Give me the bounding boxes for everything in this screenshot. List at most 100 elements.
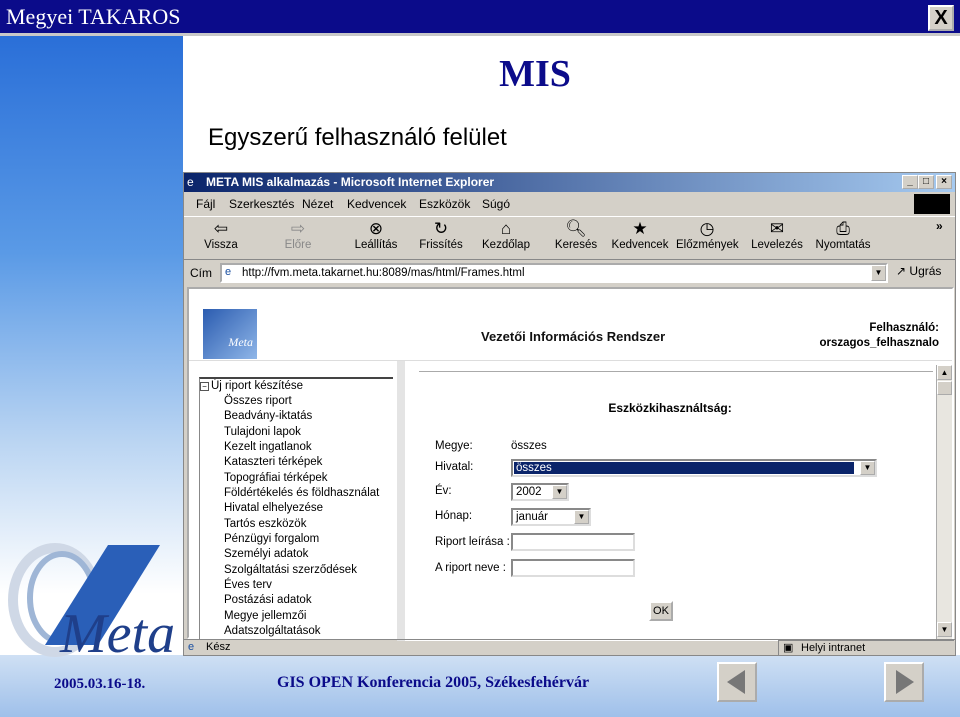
tree-item-topografiai-terkepek[interactable]: Topográfiai térképek	[224, 472, 328, 484]
zone-panel: ▣ Helyi intranet	[778, 640, 954, 656]
tree-item-tulajdoni-lapok[interactable]: Tulajdoni lapok	[224, 426, 301, 438]
scroll-up-icon[interactable]: ▲	[937, 365, 952, 380]
stop-icon: ⊗	[368, 219, 384, 238]
browser-window: e META MIS alkalmazás - Microsoft Intern…	[183, 172, 956, 656]
tree-item-postazasi-adatok[interactable]: Postázási adatok	[224, 594, 312, 606]
app-header: Meta Vezetői Információs Rendszer Felhas…	[189, 289, 952, 361]
intranet-icon: ▣	[783, 642, 794, 654]
favorites-button[interactable]: ★ Kedvencek	[610, 219, 670, 259]
address-label: Cím	[190, 266, 212, 280]
user-name: orszagos_felhasznalo	[819, 337, 939, 349]
browser-titlebar: e META MIS alkalmazás - Microsoft Intern…	[184, 173, 955, 192]
stop-button[interactable]: ⊗ Leállítás	[352, 219, 400, 259]
menu-file[interactable]: Fájl	[196, 197, 215, 211]
forward-arrow-icon: ⇨	[290, 219, 306, 238]
address-dropdown-button[interactable]: ▼	[871, 265, 886, 281]
slide-title: Megyei TAKAROS	[6, 4, 181, 29]
megye-label: Megye:	[435, 440, 473, 452]
app-title: Vezetői Információs Rendszer	[481, 329, 666, 344]
user-label: Felhasználó:	[869, 322, 939, 334]
ev-label: Év:	[435, 485, 452, 497]
address-input[interactable]: e http://fvm.meta.takarnet.hu:8089/mas/h…	[220, 263, 888, 283]
search-button[interactable]: 🔍︎ Keresés	[554, 219, 598, 259]
home-button[interactable]: ⌂ Kezdőlap	[480, 219, 532, 259]
go-arrow-icon: ↗	[896, 264, 907, 278]
tree-item-foldertekeles[interactable]: Földértékelés és földhasználat	[224, 487, 379, 499]
report-tree: − Új riport készítése Összes riport Beadv…	[199, 377, 393, 639]
status-text: Kész	[206, 641, 231, 653]
tree-item-beadvany-iktatas[interactable]: Beadvány-iktatás	[224, 410, 312, 422]
menu-view[interactable]: Nézet	[302, 197, 333, 211]
chevron-down-icon[interactable]: ▼	[860, 461, 875, 475]
go-button[interactable]: ↗ Ugrás	[896, 264, 941, 278]
footer-conference: GIS OPEN Konferencia 2005, Székesfehérvá…	[277, 674, 590, 691]
scroll-down-icon[interactable]: ▼	[937, 622, 952, 637]
menu-edit[interactable]: Szerkesztés	[229, 197, 294, 211]
hivatal-label: Hivatal:	[435, 461, 474, 473]
collapse-icon[interactable]: −	[200, 382, 209, 391]
favorites-icon: ★	[632, 219, 648, 238]
scroll-thumb[interactable]	[937, 381, 952, 395]
forward-button[interactable]: ⇨ Előre	[278, 219, 318, 259]
footer-date: 2005.03.16-18.	[54, 676, 146, 692]
user-info: Felhasználó: orszagos_felhasznalo	[785, 321, 939, 351]
ev-select[interactable]: 2002 ▼	[511, 483, 569, 501]
report-form: Eszközkihasználtság: Megye: összes Hivat…	[405, 361, 935, 641]
toolbar-overflow-icon[interactable]: »	[936, 219, 943, 233]
page-content: Meta Vezetői Információs Rendszer Felhas…	[187, 287, 954, 641]
back-button[interactable]: ⇦ Vissza	[198, 219, 244, 259]
next-slide-button[interactable]	[884, 662, 924, 702]
search-icon: 🔍︎	[565, 219, 587, 238]
windows-logo-icon	[914, 194, 950, 214]
tree-item-megye-jellemzoi[interactable]: Megye jellemzői	[224, 610, 306, 622]
maximize-button[interactable]: □	[918, 175, 934, 189]
minimize-button[interactable]: _	[902, 175, 918, 189]
megye-value: összes	[511, 440, 547, 452]
ok-button[interactable]: OK	[649, 601, 673, 621]
tree-item-kezelt-ingatlanok[interactable]: Kezelt ingatlanok	[224, 441, 312, 453]
tree-item-hivatal-elhelyezese[interactable]: Hivatal elhelyezése	[224, 502, 323, 514]
meta-logo: Meta	[8, 543, 175, 660]
nev-input[interactable]	[511, 559, 635, 577]
frame-divider[interactable]	[397, 361, 405, 641]
tree-root[interactable]: − Új riport készítése	[200, 380, 303, 392]
print-button[interactable]: ⎙ Nyomtatás	[814, 219, 872, 259]
content-scrollbar[interactable]: ▲ ▼	[936, 365, 952, 639]
honap-select[interactable]: január ▼	[511, 508, 591, 526]
tree-item-penzugyi-forgalom[interactable]: Pénzügyi forgalom	[224, 533, 319, 545]
tree-item-szolgaltatasi-szerzodesek[interactable]: Szolgáltatási szerződések	[224, 564, 357, 576]
slide-close-button[interactable]: X	[928, 5, 954, 31]
tree-item-tartos-eszkozok[interactable]: Tartós eszközök	[224, 518, 306, 530]
hivatal-select[interactable]: összes ▼	[511, 459, 877, 477]
triangle-right-icon	[896, 670, 914, 694]
tree-item-eves-terv[interactable]: Éves terv	[224, 579, 272, 591]
tree-item-kataszteri-terkepek[interactable]: Kataszteri térképek	[224, 456, 322, 468]
browser-title: META MIS alkalmazás - Microsoft Internet…	[206, 175, 495, 189]
history-icon: ◷	[699, 219, 715, 238]
history-button[interactable]: ◷ Előzmények	[676, 219, 739, 259]
close-button[interactable]: ×	[936, 175, 952, 189]
tree-item-adatszolgaltatasok[interactable]: Adatszolgáltatások	[224, 625, 321, 637]
mail-button[interactable]: ✉ Levelezés	[750, 219, 804, 259]
honap-label: Hónap:	[435, 510, 473, 522]
app-logo: Meta	[203, 309, 257, 359]
mail-icon: ✉	[769, 219, 785, 238]
leiras-input[interactable]	[511, 533, 635, 551]
menu-tools[interactable]: Eszközök	[419, 197, 470, 211]
tree-item-osszes-riport[interactable]: Összes riport	[224, 395, 292, 407]
prev-slide-button[interactable]	[717, 662, 757, 702]
slide-heading: MIS	[499, 53, 571, 95]
menu-favorites[interactable]: Kedvencek	[347, 197, 406, 211]
page-icon: e	[225, 266, 232, 278]
slide-subtitle: Egyszerű felhasználó felület	[208, 124, 507, 151]
form-title: Eszközkihasználtság:	[608, 401, 732, 415]
home-icon: ⌂	[500, 219, 512, 238]
chevron-down-icon[interactable]: ▼	[552, 485, 567, 499]
ie-icon: e	[187, 175, 194, 189]
tree-item-szemelyi-adatok[interactable]: Személyi adatok	[224, 548, 308, 560]
menu-help[interactable]: Súgó	[482, 197, 510, 211]
chevron-down-icon[interactable]: ▼	[574, 510, 589, 524]
refresh-button[interactable]: ↻ Frissítés	[418, 219, 464, 259]
printer-icon: ⎙	[836, 219, 850, 238]
page-icon: e	[188, 641, 195, 653]
